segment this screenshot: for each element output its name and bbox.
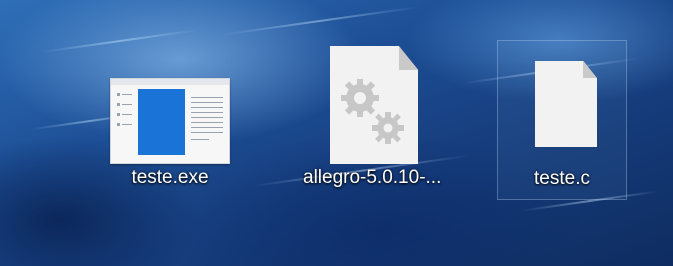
blank-file-icon: [502, 55, 622, 175]
gears-file-icon: [308, 46, 428, 174]
exe-icon: [110, 54, 230, 174]
desktop-icon-allegro[interactable]: allegro-5.0.10-...: [303, 40, 442, 200]
icon-label: teste.exe: [131, 167, 209, 188]
desktop-icon-teste-exe[interactable]: teste.exe: [105, 40, 235, 200]
icon-label: allegro-5.0.10-...: [303, 167, 442, 188]
wallpaper-streak: [220, 6, 420, 36]
desktop[interactable]: teste.exe allegro-5.0.10-... teste.c: [0, 0, 673, 266]
desktop-icon-teste-c[interactable]: teste.c: [497, 40, 627, 200]
icon-label: teste.c: [534, 168, 590, 189]
